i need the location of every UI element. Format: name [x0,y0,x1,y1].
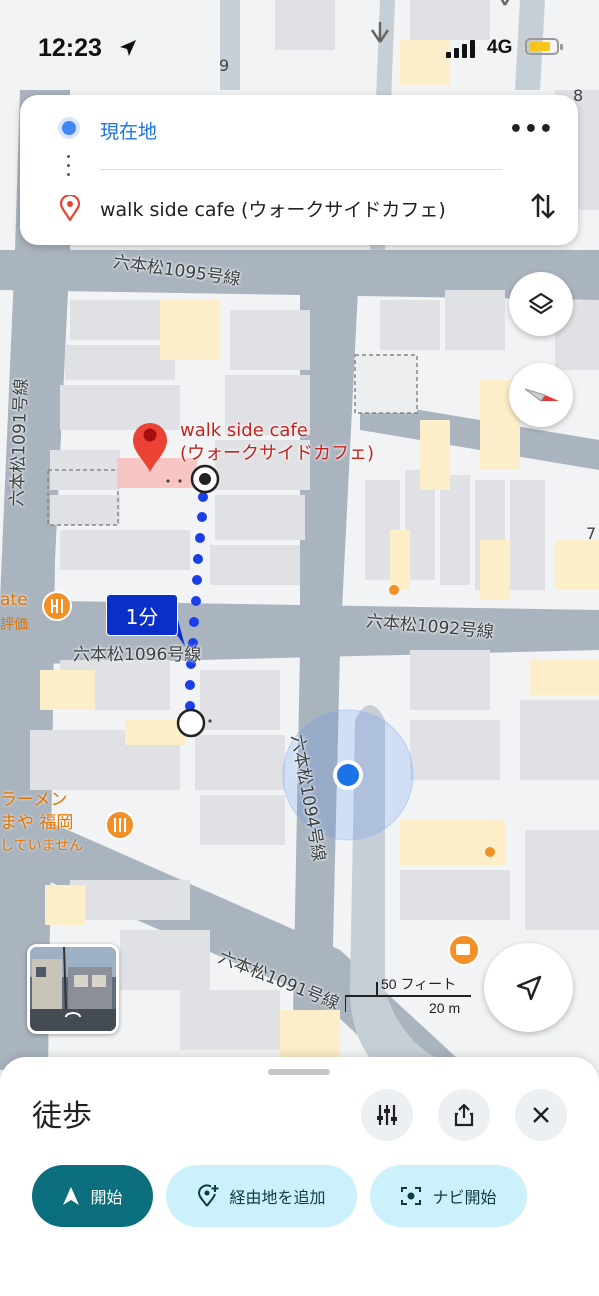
scale-imperial: 50 フィート [381,976,457,992]
scale-metric: 20 m [429,1000,461,1016]
share-icon [454,1103,474,1127]
add-stop-icon [198,1184,219,1207]
poi-ramen-line3: していません [0,838,84,854]
destination-field[interactable]: walk side cafe (ウォークサイドカフェ) [100,195,446,222]
route-connector-icon [67,155,71,182]
start-button[interactable]: 開始 [32,1165,153,1227]
more-options-button[interactable]: ••• [509,117,554,142]
origin-field[interactable]: 現在地 [100,117,157,144]
add-stop-label: 経由地を追加 [229,1188,326,1207]
bottom-sheet: 徒歩 開始 経由地を追加 ナビ開始 [0,1057,599,1296]
battery-icon [525,38,563,55]
road-label-1096: 六本松1096号線 [73,645,202,665]
close-button[interactable] [515,1089,567,1141]
layers-button[interactable] [509,272,573,336]
live-view-button[interactable]: ナビ開始 [370,1165,527,1227]
destination-pin-small-icon [60,195,80,221]
directions-card: 現在地 walk side cafe (ウォークサイドカフェ) ••• [20,95,578,245]
layers-icon [528,292,554,315]
start-button-label: 開始 [90,1188,123,1207]
compass-icon [524,388,559,402]
swap-directions-icon[interactable] [530,191,556,221]
destination-map-label[interactable]: walk side cafe (ウォークサイドカフェ) [180,419,374,465]
destination-map-label-line2: (ウォークサイドカフェ) [180,443,375,464]
status-time: 12:23 [38,34,102,62]
status-bar: 12:23 4G [0,0,599,90]
road-label-1091-vert: 六本松1091号線 [7,378,32,508]
poi-label-hyouka: 評価 [0,617,28,633]
street-view-thumbnail[interactable] [27,944,119,1034]
navigation-start-icon [63,1187,80,1205]
route-options-button[interactable] [361,1089,413,1141]
network-type: 4G [487,37,513,58]
sheet-drag-handle[interactable] [268,1069,330,1075]
add-stop-button[interactable]: 経由地を追加 [166,1165,357,1227]
street-number-7: 7 [586,524,597,543]
poi-ramen-line2: まや 福岡 [0,813,74,833]
share-button[interactable] [438,1089,490,1141]
location-arrow-icon [120,40,136,56]
poi-ramen-line1: ラーメン [0,790,68,810]
divider [100,169,502,170]
current-location-dot [337,764,359,786]
travel-mode-title: 徒歩 [32,1099,92,1134]
navigation-arrow-icon [516,975,541,1000]
duration-badge: 1分 [106,594,178,636]
camera-navi-icon [401,1187,422,1205]
poi-label-ramen[interactable]: ラーメン まや 福岡 していません [0,789,83,858]
origin-dot-icon [62,121,76,135]
map-scale: 50 フィート 20 m [345,974,475,1018]
signal-icon [446,40,475,58]
street-view-image [30,947,116,1031]
tune-icon [377,1105,397,1125]
close-icon [533,1107,549,1123]
poi-label-ate[interactable]: ate [0,590,28,610]
compass-button[interactable] [509,363,573,427]
destination-map-label-line1: walk side cafe [180,420,308,441]
live-view-label: ナビ開始 [432,1188,497,1207]
recenter-button[interactable] [484,943,573,1032]
